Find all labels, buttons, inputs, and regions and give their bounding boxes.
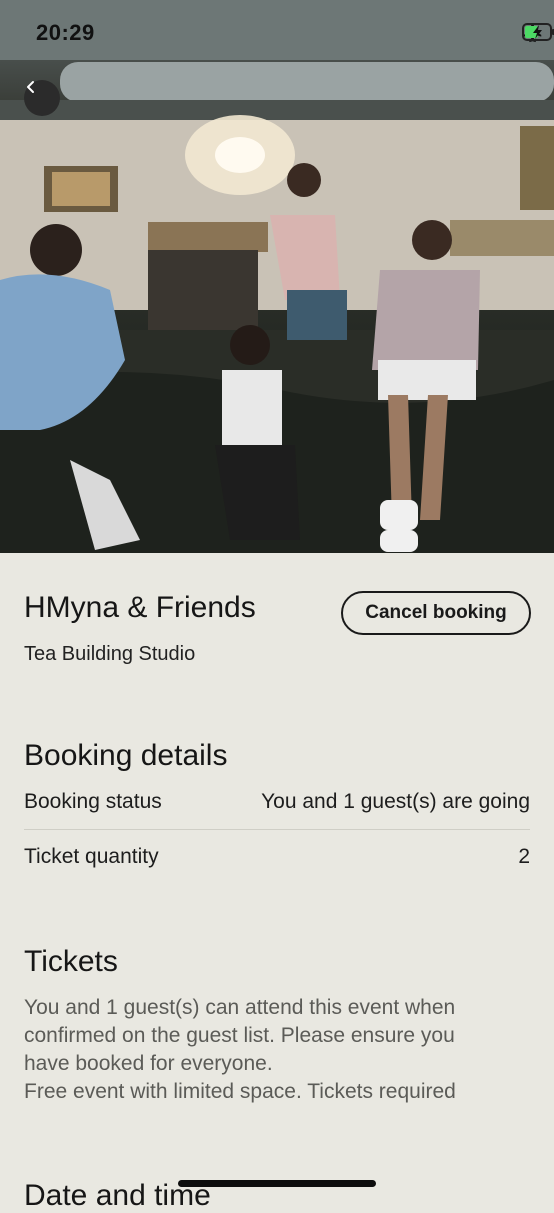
ticket-quantity-row: Ticket quantity 2 — [24, 845, 530, 899]
status-icons — [522, 22, 554, 46]
event-photo — [0, 0, 554, 553]
tickets-description: You and 1 guest(s) can attend this event… — [24, 994, 534, 1106]
booking-details-heading: Booking details — [24, 739, 228, 772]
event-detail-content: HMyna & Friends Tea Building Studio Canc… — [0, 553, 554, 1212]
tickets-line: have booked for everyone. — [24, 1052, 273, 1075]
tickets-heading: Tickets — [24, 945, 118, 978]
row-divider — [24, 829, 530, 830]
event-title: HMyna & Friends — [24, 591, 256, 624]
cancel-booking-button[interactable]: Cancel booking — [341, 591, 531, 635]
back-button[interactable] — [24, 80, 60, 116]
ticket-quantity-label: Ticket quantity — [24, 845, 159, 868]
booking-status-value: You and 1 guest(s) are going — [261, 790, 530, 813]
status-bar: 20:29 — [0, 0, 554, 70]
booking-status-label: Booking status — [24, 790, 162, 813]
tickets-line: You and 1 guest(s) can attend this event… — [24, 996, 456, 1019]
ticket-quantity-value: 2 — [518, 845, 530, 868]
tickets-line: confirmed on the guest list. Please ensu… — [24, 1024, 455, 1047]
tickets-line: Free event with limited space. Tickets r… — [24, 1080, 456, 1103]
event-hero-image: 20:29 — [0, 0, 554, 553]
status-time: 20:29 — [36, 20, 95, 45]
home-indicator[interactable] — [178, 1180, 376, 1187]
event-venue: Tea Building Studio — [24, 643, 196, 665]
booking-status-row: Booking status You and 1 guest(s) are go… — [24, 790, 530, 844]
